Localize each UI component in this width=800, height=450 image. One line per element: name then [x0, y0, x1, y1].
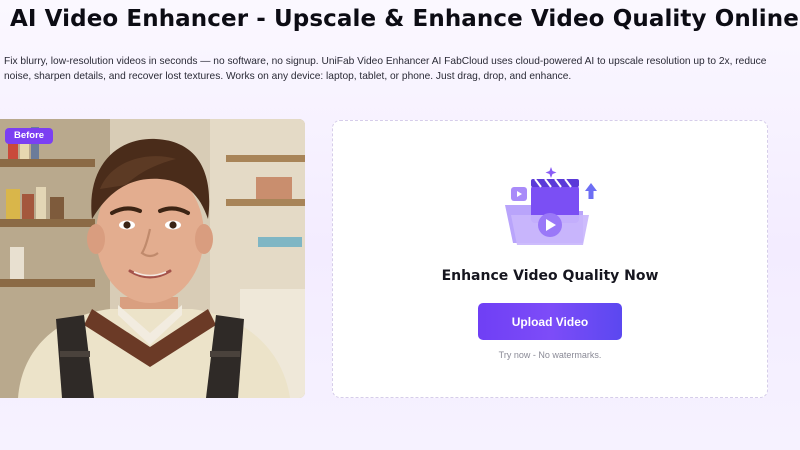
before-badge: Before [5, 128, 54, 144]
upload-note: Try now - No watermarks. [498, 350, 602, 360]
upload-video-button[interactable]: Upload Video [478, 303, 622, 340]
before-preview-image [0, 119, 305, 398]
page-description: Fix blurry, low-resolution videos in sec… [4, 56, 767, 82]
upload-dropzone[interactable]: Enhance Video Quality Now Upload Video T… [332, 120, 768, 398]
video-folder-icon [503, 163, 599, 247]
page-title: AI Video Enhancer - Upscale & Enhance Vi… [10, 6, 799, 32]
upload-heading: Enhance Video Quality Now [441, 268, 659, 284]
